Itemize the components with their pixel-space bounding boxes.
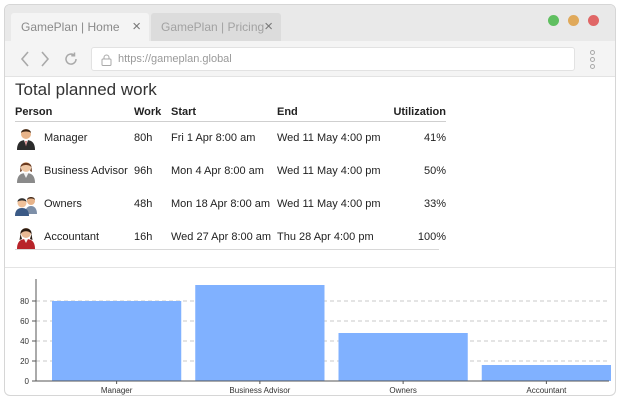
person-name: Business Advisor <box>44 164 128 177</box>
tab-home-label: GamePlan | Home <box>21 20 120 34</box>
start-date: Mon 18 Apr 8:00 am <box>171 197 271 210</box>
page-title: Total planned work <box>15 80 157 99</box>
accountant-avatar-icon <box>17 227 35 249</box>
lock-icon <box>101 54 112 66</box>
person-name: Owners <box>44 197 82 210</box>
utilization-value: 33% <box>423 197 446 210</box>
y-tick-label: 40 <box>20 337 29 346</box>
work-bar-chart: 0 20 40 60 80 Manager Business Advisor Owners Ac… <box>20 279 611 395</box>
y-tick-label: 0 <box>25 377 30 386</box>
table-row[interactable]: Manager 80h Fri 1 Apr 8:00 am Wed 11 May… <box>15 121 446 154</box>
y-tick-label: 60 <box>20 317 29 326</box>
x-tick-label: Owners <box>389 386 417 395</box>
bar-business-advisor <box>195 285 325 381</box>
table-bottom-divider <box>15 249 439 250</box>
table-row[interactable]: Business Advisor 96h Mon 4 Apr 8:00 am W… <box>15 154 446 187</box>
start-date: Mon 4 Apr 8:00 am <box>171 164 264 177</box>
business-advisor-avatar-icon <box>17 161 35 183</box>
tab-pricing-close-icon[interactable]: × <box>264 13 273 41</box>
start-date: Fri 1 Apr 8:00 am <box>171 131 256 144</box>
planned-work-table: Person Work Start End Utilization Manage… <box>15 103 446 253</box>
work-hours: 80h <box>134 131 153 144</box>
browser-window: GamePlan | Home × GamePlan | Pricing × h… <box>4 4 616 396</box>
column-header-person[interactable]: Person <box>15 103 134 122</box>
y-tick-label: 20 <box>20 357 29 366</box>
end-date: Wed 11 May 4:00 pm <box>277 164 381 177</box>
tab-bar: GamePlan | Home × GamePlan | Pricing × <box>5 5 615 41</box>
tab-home[interactable]: GamePlan | Home × <box>11 13 149 41</box>
person-name: Accountant <box>44 230 100 243</box>
owners-avatar-icon <box>15 196 37 216</box>
forward-arrow-icon[interactable] <box>39 50 51 68</box>
maximize-window-button[interactable] <box>548 15 559 26</box>
minimize-window-button[interactable] <box>568 15 579 26</box>
end-date: Wed 11 May 4:00 pm <box>277 197 381 210</box>
close-window-button[interactable] <box>588 15 599 26</box>
table-header-row: Person Work Start End Utilization <box>15 103 446 122</box>
address-bar: https://gameplan.global <box>5 41 615 77</box>
url-input[interactable]: https://gameplan.global <box>91 47 575 71</box>
x-tick-label: Accountant <box>526 386 567 395</box>
table-row[interactable]: Owners 48h Mon 18 Apr 8:00 am Wed 11 May… <box>15 187 446 220</box>
column-header-utilization[interactable]: Utilization <box>384 103 446 122</box>
tab-home-close-icon[interactable]: × <box>132 13 141 41</box>
kebab-menu-icon[interactable] <box>590 50 596 70</box>
page-content: Total planned work Person Work Start End… <box>5 77 615 395</box>
work-hours: 96h <box>134 164 153 177</box>
bar-accountant <box>481 365 611 381</box>
x-tick-label: Manager <box>101 386 133 395</box>
bar-owners <box>338 333 468 381</box>
y-tick-label: 80 <box>20 297 29 306</box>
column-header-start[interactable]: Start <box>171 103 277 122</box>
manager-avatar-icon <box>17 128 35 150</box>
utilization-value: 50% <box>423 164 446 177</box>
end-date: Wed 11 May 4:00 pm <box>277 131 381 144</box>
tab-pricing[interactable]: GamePlan | Pricing × <box>151 13 281 41</box>
back-arrow-icon[interactable] <box>19 50 31 68</box>
column-header-end[interactable]: End <box>277 103 384 122</box>
section-divider <box>5 267 615 268</box>
utilization-value: 41% <box>423 131 446 144</box>
bar-manager <box>52 301 182 381</box>
x-tick-label: Business Advisor <box>229 386 290 395</box>
url-text: https://gameplan.global <box>118 53 232 65</box>
reload-icon[interactable] <box>63 51 79 67</box>
column-header-work[interactable]: Work <box>134 103 171 122</box>
tab-pricing-label: GamePlan | Pricing <box>161 20 265 34</box>
person-name: Manager <box>44 131 88 144</box>
work-hours: 48h <box>134 197 153 210</box>
